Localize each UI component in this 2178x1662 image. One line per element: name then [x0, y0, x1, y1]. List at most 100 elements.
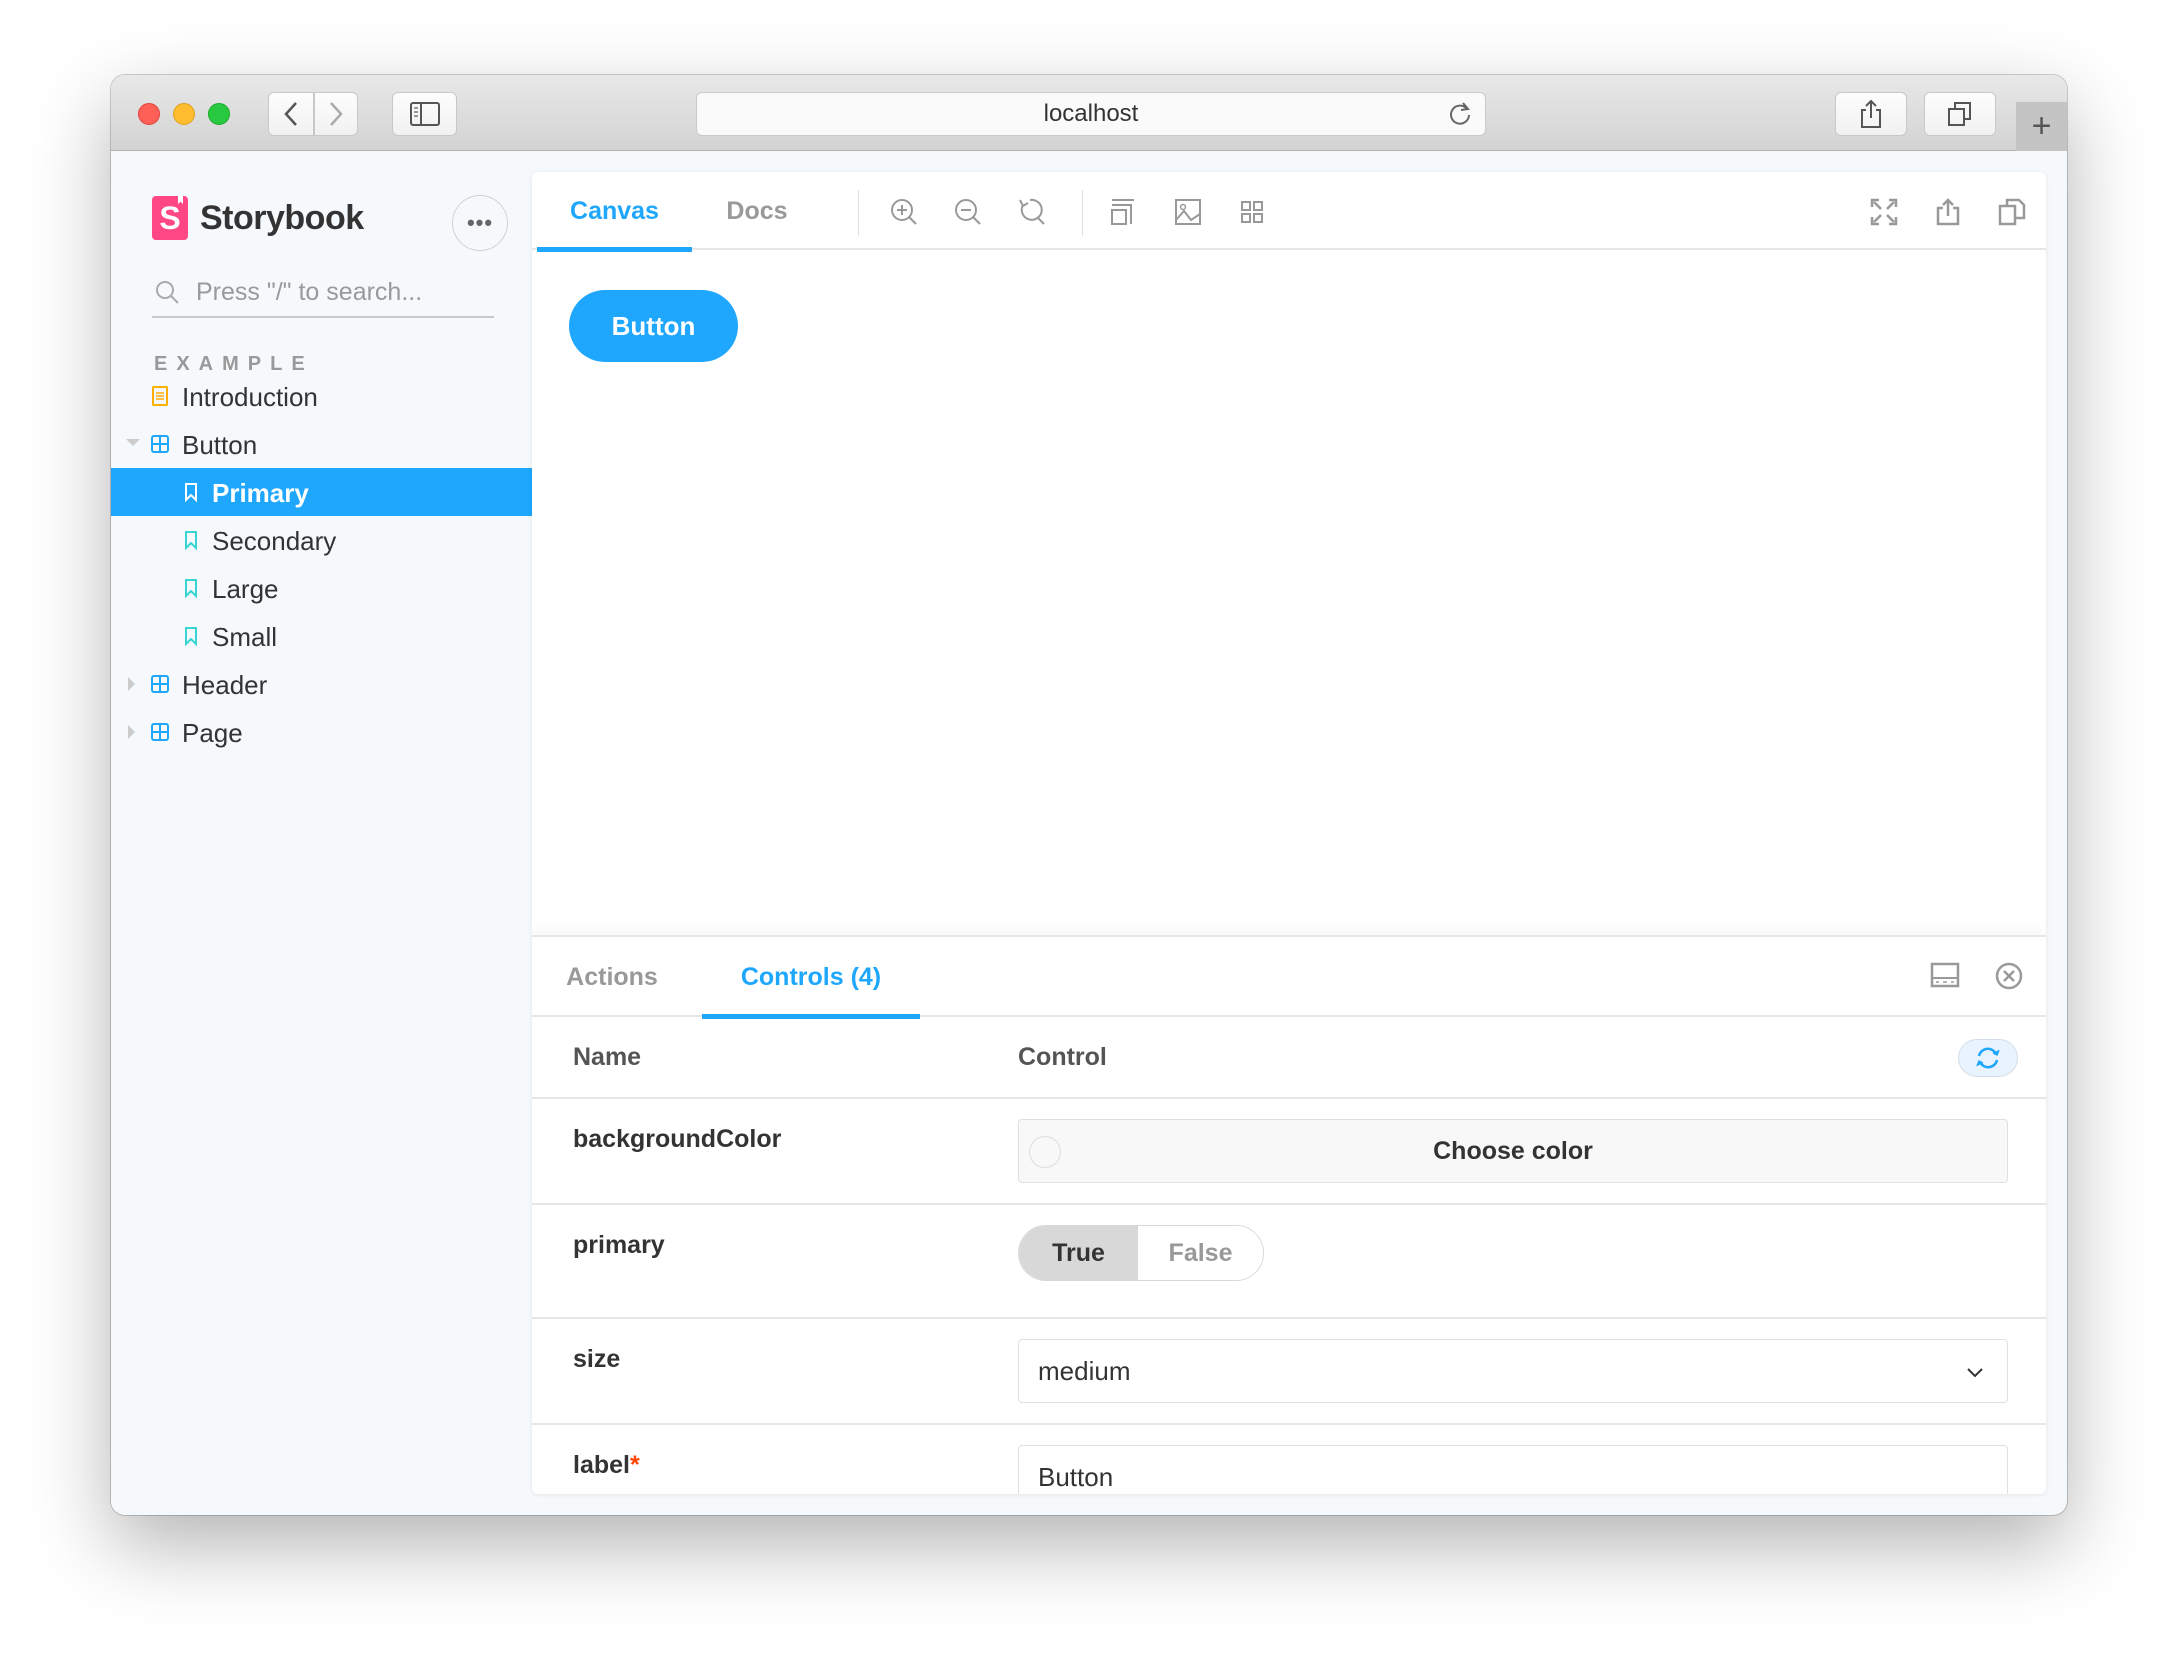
reload-icon[interactable] [1447, 101, 1473, 127]
copy-link-button[interactable] [1996, 196, 2028, 228]
color-picker-button[interactable]: Choose color [1018, 1119, 2008, 1183]
tree-item-small[interactable]: Small [111, 612, 532, 660]
preview-primary-button[interactable]: Button [569, 290, 738, 362]
search-input[interactable]: Press "/" to search... [196, 278, 422, 307]
share-icon [1936, 198, 1960, 226]
storybook-logo[interactable]: S Storybook [152, 196, 364, 240]
show-tabs-button[interactable] [1924, 92, 1996, 136]
tree-item-secondary[interactable]: Secondary [111, 516, 532, 564]
chevron-left-icon [284, 102, 297, 126]
copy-icon [1998, 198, 2026, 226]
zoom-out-button[interactable] [952, 196, 984, 228]
chevron-right-icon[interactable] [128, 725, 135, 739]
zoom-in-icon [891, 199, 917, 225]
select-value: medium [1038, 1355, 1131, 1386]
tree-item-primary[interactable]: Primary [111, 468, 532, 516]
tab-controls[interactable]: Controls (4) [702, 937, 920, 1019]
color-swatch[interactable] [1029, 1136, 1061, 1168]
background-button[interactable] [1106, 196, 1138, 228]
outline-button[interactable] [1236, 196, 1268, 228]
browser-window: localhost + S Storybook ••• Press "/" to… [111, 75, 2067, 1515]
fullscreen-button[interactable] [1868, 196, 1900, 228]
document-icon [152, 386, 168, 406]
sidebar-toggle-button[interactable] [392, 92, 457, 136]
tab-docs[interactable]: Docs [692, 172, 822, 250]
toggle-false-option[interactable]: False [1138, 1226, 1263, 1280]
sidebar-menu-button[interactable]: ••• [452, 195, 508, 251]
component-icon [151, 435, 169, 453]
tree-item-button[interactable]: Button [111, 420, 532, 468]
tree-item-page[interactable]: Page [111, 708, 532, 756]
column-header-name: Name [573, 1043, 642, 1071]
tree-item-label: Header [182, 670, 268, 700]
ellipsis-icon: ••• [466, 210, 494, 235]
zoom-reset-icon [1019, 198, 1045, 225]
tree-item-label: Small [212, 622, 278, 652]
required-indicator: * [629, 1451, 640, 1479]
tree-item-introduction[interactable]: Introduction [111, 372, 532, 420]
component-icon [151, 723, 169, 741]
close-panel-button[interactable] [1994, 961, 2026, 993]
search-field[interactable]: Press "/" to search... [152, 268, 494, 318]
control-name: size [573, 1345, 621, 1373]
label-text-input[interactable]: Button [1018, 1445, 2008, 1494]
tabs-icon [1948, 102, 1971, 126]
sync-icon [1976, 1047, 2000, 1069]
sidebar: S Storybook ••• Press "/" to search... E… [111, 151, 532, 1515]
forward-button[interactable] [314, 92, 358, 136]
control-row-size: size medium [532, 1319, 2046, 1425]
zoom-in-button[interactable] [888, 196, 920, 228]
tree-item-label: Button [182, 430, 258, 460]
tab-actions[interactable]: Actions [537, 937, 687, 1017]
grid-icon [1241, 201, 1263, 223]
tab-canvas[interactable]: Canvas [537, 172, 692, 252]
zoom-out-icon [955, 199, 981, 225]
back-button[interactable] [268, 92, 314, 136]
control-row-backgroundColor: backgroundColor Choose color [532, 1099, 2046, 1205]
share-story-button[interactable] [1932, 196, 1964, 228]
new-tab-button[interactable]: + [2016, 102, 2067, 151]
reset-controls-button[interactable] [1958, 1039, 2018, 1077]
tree-item-label: Large [212, 574, 279, 604]
control-row-label: label* Button [532, 1425, 2046, 1494]
tree-item-label: Page [182, 718, 243, 748]
bookmark-icon [185, 627, 197, 646]
panel-position-button[interactable] [1930, 961, 1962, 993]
control-name: primary [573, 1231, 665, 1259]
image-icon [1175, 199, 1201, 225]
size-select[interactable]: medium [1018, 1339, 2008, 1403]
maximize-window-button[interactable] [208, 103, 230, 125]
tree-item-header[interactable]: Header [111, 660, 532, 708]
control-row-primary: primary True False [532, 1205, 2046, 1319]
component-icon [151, 675, 169, 693]
control-name: label* [573, 1451, 640, 1480]
share-button[interactable] [1835, 92, 1907, 136]
zoom-reset-button[interactable] [1016, 196, 1048, 228]
grid-button[interactable] [1172, 196, 1204, 228]
addons-tabbar: Actions Controls (4) [532, 937, 2046, 1019]
resize-handle-icon[interactable] [1990, 1491, 2004, 1494]
toolbar-divider [858, 190, 859, 236]
minimize-window-button[interactable] [173, 103, 195, 125]
toggle-true-option[interactable]: True [1019, 1226, 1139, 1280]
bookmark-icon [185, 531, 197, 550]
bookmark-icon [185, 579, 197, 598]
close-window-button[interactable] [138, 103, 160, 125]
main-panel: Canvas Docs Button Actions Controls (4) … [532, 172, 2046, 1494]
color-picker-label: Choose color [1433, 1136, 1593, 1165]
tree-item-label: Primary [212, 478, 309, 508]
address-bar[interactable]: localhost [696, 92, 1486, 136]
control-name: backgroundColor [573, 1125, 782, 1153]
tree-item-large[interactable]: Large [111, 564, 532, 612]
share-icon [1861, 99, 1881, 128]
tree-item-label: Introduction [182, 382, 318, 412]
controls-table-header: Name Control [532, 1017, 2046, 1099]
close-icon [1995, 962, 2023, 990]
toolbar: Canvas Docs [532, 172, 2046, 252]
chevron-right-icon[interactable] [128, 677, 135, 691]
column-header-control: Control [1018, 1043, 1107, 1071]
plus-icon: + [2031, 107, 2052, 145]
boolean-toggle[interactable]: True False [1018, 1225, 1264, 1281]
chevron-right-icon [330, 102, 343, 126]
chevron-down-icon[interactable] [126, 439, 140, 446]
